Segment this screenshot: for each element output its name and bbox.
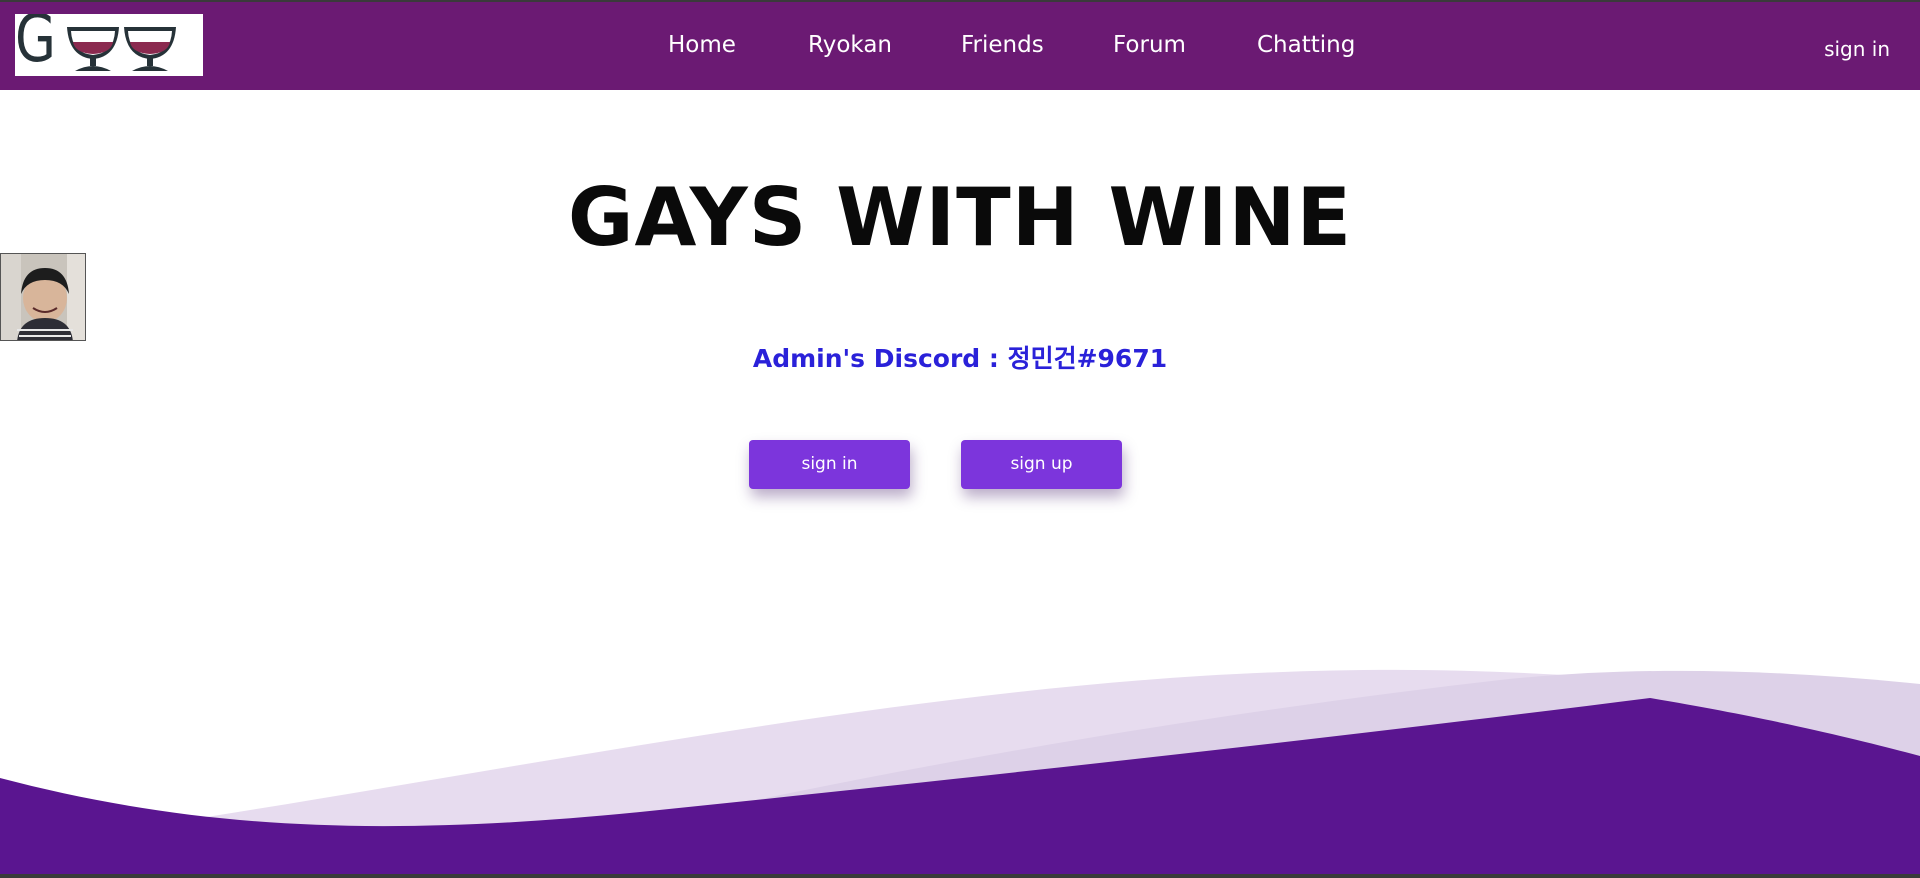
signin-button[interactable]: sign in bbox=[749, 440, 910, 489]
decorative-wave bbox=[0, 669, 1920, 878]
page: G Home Ryokan Friends Forum Chatting sig… bbox=[0, 0, 1920, 878]
nav-home[interactable]: Home bbox=[668, 30, 736, 60]
nav-friends[interactable]: Friends bbox=[961, 30, 1044, 60]
signup-button[interactable]: sign up bbox=[961, 440, 1122, 489]
main-nav: Home Ryokan Friends Forum Chatting bbox=[0, 2, 1920, 90]
page-title: GAYS WITH WINE bbox=[567, 171, 1353, 264]
window-bottom-border bbox=[0, 874, 1920, 878]
top-navbar: G Home Ryokan Friends Forum Chatting sig… bbox=[0, 2, 1920, 90]
admin-discord-text: Admin's Discord : 정민건#9671 bbox=[752, 344, 1168, 373]
nav-forum[interactable]: Forum bbox=[1113, 30, 1186, 60]
nav-ryokan[interactable]: Ryokan bbox=[808, 30, 892, 60]
header-signin-link[interactable]: sign in bbox=[1824, 36, 1890, 62]
nav-chatting[interactable]: Chatting bbox=[1257, 30, 1355, 60]
